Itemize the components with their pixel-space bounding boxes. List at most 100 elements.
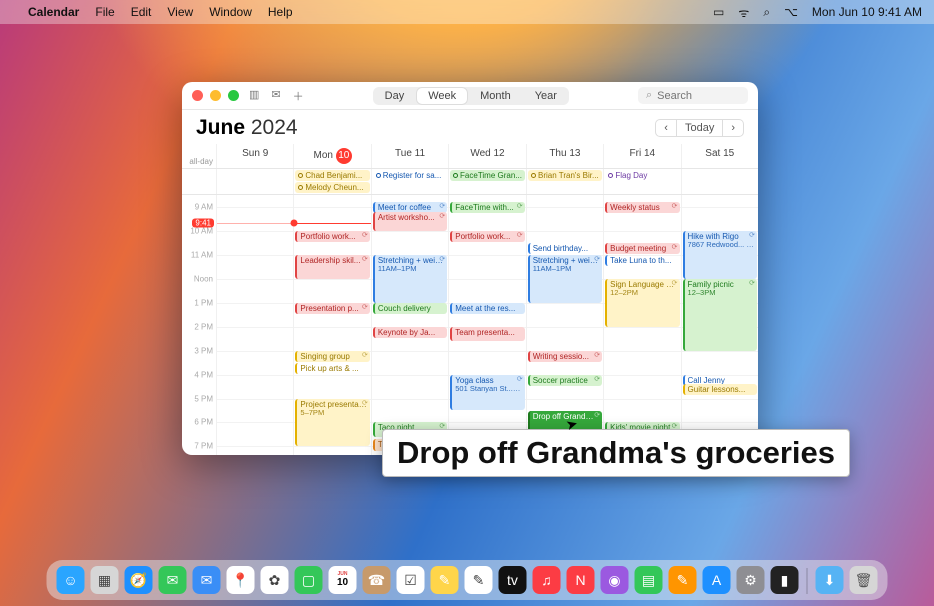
calendar-event[interactable]: Send birthday... <box>528 243 602 254</box>
close-button[interactable] <box>192 90 203 101</box>
app-menu[interactable]: Calendar <box>28 5 79 19</box>
allday-event[interactable]: Brian Tran's Bir... <box>528 170 602 181</box>
calendar-event[interactable]: Pick up arts & ... <box>295 363 369 374</box>
allday-event[interactable]: Chad Benjami... <box>295 170 369 181</box>
allday-event[interactable]: Register for sa... <box>373 170 447 181</box>
calendar-event[interactable]: Artist worksho...⟳ <box>373 212 447 231</box>
allday-event[interactable]: Melody Cheun... <box>295 182 369 193</box>
dock-mail-icon[interactable]: ✉ <box>193 566 221 594</box>
calendar-event[interactable]: FaceTime with...⟳ <box>450 202 524 213</box>
add-event-button[interactable]: ＋ <box>293 88 304 104</box>
allday-cell[interactable]: Chad Benjami...Melody Cheun... <box>293 169 370 194</box>
dock-launchpad-icon[interactable]: ▦ <box>91 566 119 594</box>
allday-cell[interactable]: Flag Day <box>603 169 680 194</box>
dock-freeform-icon[interactable]: ✎ <box>465 566 493 594</box>
dock-numbers-icon[interactable]: ▤ <box>635 566 663 594</box>
day-header[interactable]: Wed 12 <box>448 144 525 168</box>
day-column[interactable]: Portfolio work...⟳Leadership skil...⟳Pre… <box>293 195 370 455</box>
calendars-icon[interactable]: ▥ <box>249 88 259 104</box>
menu-file[interactable]: File <box>95 5 114 19</box>
day-header[interactable]: Tue 11 <box>371 144 448 168</box>
allday-cell[interactable]: Brian Tran's Bir... <box>526 169 603 194</box>
calendar-event[interactable]: Stretching + weights11AM–1PM⟳ <box>528 255 602 303</box>
calendar-event[interactable]: Team presenta... <box>450 327 524 341</box>
day-column[interactable]: FaceTime with...⟳ Portfolio work...⟳ Meet … <box>448 195 525 455</box>
day-header[interactable]: Mon 10 <box>293 144 370 168</box>
calendar-event[interactable]: Soccer practice⟳ <box>528 375 602 386</box>
day-column[interactable]: Send birthday...Stretching + weights11AM… <box>526 195 603 455</box>
dock-photos-icon[interactable]: ✿ <box>261 566 289 594</box>
calendar-event[interactable]: Weekly status⟳ <box>605 202 679 213</box>
zoom-button[interactable] <box>228 90 239 101</box>
day-header[interactable]: Fri 14 <box>603 144 680 168</box>
calendar-event[interactable]: Yoga class501 Stanyan St... ⏱ 4–5:30PM⟳ <box>450 375 524 411</box>
allday-cell[interactable]: Register for sa... <box>371 169 448 194</box>
calendar-event[interactable]: Budget meeting⟳ <box>605 243 679 254</box>
day-column[interactable]: Meet for coffee⟳Artist worksho...⟳Stretc… <box>371 195 448 455</box>
allday-cell[interactable] <box>681 169 758 194</box>
menu-view[interactable]: View <box>167 5 193 19</box>
menu-clock[interactable]: Mon Jun 10 9:41 AM <box>812 5 922 19</box>
spotlight-icon[interactable]: ⌕ <box>763 5 770 20</box>
view-week[interactable]: Week <box>416 87 468 105</box>
dock-trash-icon[interactable]: 🗑 <box>850 566 878 594</box>
allday-event[interactable]: FaceTime Gran... <box>450 170 525 181</box>
day-header[interactable]: Sat 15 <box>681 144 758 168</box>
calendar-event[interactable]: Meet at the res... <box>450 303 524 314</box>
next-week-button[interactable]: › <box>723 119 744 137</box>
calendar-event[interactable]: Keynote by Ja... <box>373 327 447 338</box>
calendar-event[interactable]: Guitar lessons... <box>683 384 757 395</box>
search-input[interactable] <box>657 90 737 102</box>
wifi-icon[interactable]: ᯤ <box>738 4 749 21</box>
week-grid[interactable]: 9 AM10 AM11 AMNoon1 PM2 PM3 PM4 PM5 PM6 … <box>182 195 758 455</box>
dock-reminders-icon[interactable]: ☑ <box>397 566 425 594</box>
dock-safari-icon[interactable]: 🧭 <box>125 566 153 594</box>
calendar-event[interactable]: Writing sessio...⟳ <box>528 351 602 362</box>
dock-contacts-icon[interactable]: ☎ <box>363 566 391 594</box>
dock-settings-icon[interactable]: ⚙ <box>737 566 765 594</box>
prev-week-button[interactable]: ‹ <box>655 119 677 137</box>
dock-messages-icon[interactable]: ✉ <box>159 566 187 594</box>
search-field[interactable]: ⌕ <box>638 87 748 104</box>
calendar-event[interactable]: Portfolio work...⟳ <box>450 231 524 242</box>
dock-maps-icon[interactable]: 📍 <box>227 566 255 594</box>
allday-cell[interactable] <box>216 169 293 194</box>
day-header[interactable]: Thu 13 <box>526 144 603 168</box>
dock-notes-icon[interactable]: ✎ <box>431 566 459 594</box>
dock-tv-icon[interactable]: tv <box>499 566 527 594</box>
day-header[interactable]: Sun 9 <box>216 144 293 168</box>
menu-window[interactable]: Window <box>209 5 252 19</box>
calendar-event[interactable]: Family picnic12–3PM⟳ <box>683 279 757 351</box>
calendar-event[interactable]: Sign Language Club12–2PM⟳ <box>605 279 679 327</box>
view-day[interactable]: Day <box>373 87 417 105</box>
dock-pages-icon[interactable]: ✎ <box>669 566 697 594</box>
inbox-icon[interactable]: ✉ <box>271 88 280 104</box>
dock-calendar-icon[interactable]: JUN10 <box>329 566 357 594</box>
calendar-event[interactable]: Stretching + weights11AM–1PM⟳ <box>373 255 447 303</box>
dock-downloads-icon[interactable]: ⬇ <box>816 566 844 594</box>
control-center-icon[interactable]: ⌥ <box>784 5 798 19</box>
calendar-event[interactable]: Leadership skil...⟳ <box>295 255 369 279</box>
view-month[interactable]: Month <box>468 87 523 105</box>
dock-news-icon[interactable]: N <box>567 566 595 594</box>
battery-icon[interactable]: ▭ <box>713 5 724 19</box>
calendar-event[interactable]: Project presentations5–7PM⟳ <box>295 399 369 447</box>
dock-facetime-icon[interactable]: ▢ <box>295 566 323 594</box>
dock-music-icon[interactable]: ♫ <box>533 566 561 594</box>
calendar-event[interactable]: Singing group⟳ <box>295 351 369 362</box>
calendar-event[interactable]: Take Luna to th... <box>605 255 679 266</box>
allday-event[interactable]: Flag Day <box>605 170 679 181</box>
calendar-event[interactable]: Hike with Rigo7867 Redwood... ⏱ 10AM–12P… <box>683 231 757 279</box>
dock-podcasts-icon[interactable]: ◉ <box>601 566 629 594</box>
allday-cell[interactable]: FaceTime Gran... <box>448 169 526 194</box>
calendar-event[interactable]: Portfolio work...⟳ <box>295 231 369 242</box>
today-button[interactable]: Today <box>677 119 723 137</box>
day-column[interactable] <box>216 195 293 455</box>
day-column[interactable]: Weekly status⟳ Budget meeting⟳Take Luna t… <box>603 195 680 455</box>
dock-finder-icon[interactable]: ☺ <box>57 566 85 594</box>
menu-edit[interactable]: Edit <box>131 5 152 19</box>
dock-iphone-mirror-icon[interactable]: ▮ <box>771 566 799 594</box>
view-year[interactable]: Year <box>523 87 569 105</box>
minimize-button[interactable] <box>210 90 221 101</box>
dock-appstore-icon[interactable]: A <box>703 566 731 594</box>
